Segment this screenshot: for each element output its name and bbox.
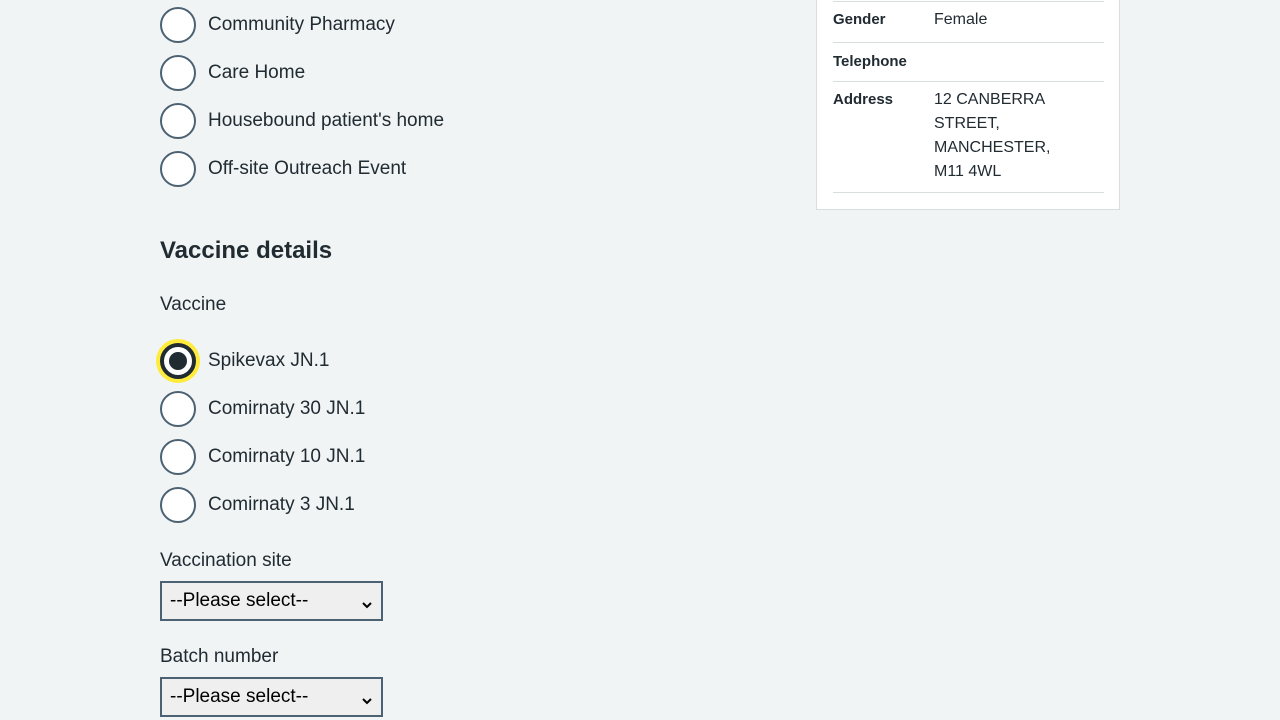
radio-button[interactable] — [160, 391, 196, 427]
radio-label: Care Home — [208, 62, 306, 83]
patient-details-panel: Gender Female Telephone Address 12 CANBE… — [816, 0, 1120, 210]
radio-button[interactable] — [160, 103, 196, 139]
radio-label: Off-site Outreach Event — [208, 158, 407, 179]
radio-label: Spikevax JN.1 — [208, 350, 330, 371]
radio-button-selected[interactable] — [160, 343, 196, 379]
radio-label: Community Pharmacy — [208, 14, 395, 35]
batch-number-label: Batch number — [160, 646, 279, 667]
vaccine-label: Vaccine — [160, 294, 227, 315]
page: Community Pharmacy Care Home Housebound … — [0, 0, 1280, 720]
radio-button[interactable] — [160, 439, 196, 475]
radio-label: Comirnaty 30 JN.1 — [208, 398, 366, 419]
vaccination-site-label: Vaccination site — [160, 550, 292, 571]
radio-button[interactable] — [160, 7, 196, 43]
vaccination-site-select[interactable]: --Please select-- — [160, 581, 383, 621]
address-row: Address 12 CANBERRA STREET, MANCHESTER, … — [833, 81, 1104, 193]
radio-community-pharmacy[interactable]: Community Pharmacy — [160, 5, 395, 45]
radio-label: Comirnaty 10 JN.1 — [208, 446, 366, 467]
radio-button[interactable] — [160, 55, 196, 91]
radio-comirnaty-10-jn1[interactable]: Comirnaty 10 JN.1 — [160, 437, 365, 477]
telephone-row: Telephone — [833, 42, 1104, 82]
radio-button[interactable] — [160, 151, 196, 187]
select-value: --Please select-- — [170, 590, 309, 611]
gender-value: Female — [934, 11, 988, 28]
address-value: 12 CANBERRA STREET, MANCHESTER, M11 4WL — [934, 91, 1051, 180]
radio-housebound-home[interactable]: Housebound patient's home — [160, 101, 444, 141]
chevron-down-icon — [361, 595, 373, 609]
radio-label: Housebound patient's home — [208, 110, 445, 131]
radio-outreach-event[interactable]: Off-site Outreach Event — [160, 149, 406, 189]
radio-comirnaty-3-jn1[interactable]: Comirnaty 3 JN.1 — [160, 485, 355, 525]
select-value: --Please select-- — [170, 686, 309, 707]
radio-care-home[interactable]: Care Home — [160, 53, 305, 93]
radio-comirnaty-30-jn1[interactable]: Comirnaty 30 JN.1 — [160, 389, 365, 429]
gender-key: Gender — [833, 11, 886, 28]
address-key: Address — [833, 91, 894, 108]
panel-divider — [833, 192, 1104, 193]
radio-button[interactable] — [160, 487, 196, 523]
chevron-down-icon — [361, 691, 373, 705]
radio-label: Comirnaty 3 JN.1 — [208, 494, 355, 515]
gender-row: Gender Female — [833, 1, 1104, 43]
telephone-key: Telephone — [833, 53, 907, 70]
vaccine-details-heading: Vaccine details — [160, 237, 333, 264]
radio-spikevax-jn1[interactable]: Spikevax JN.1 — [160, 341, 329, 381]
batch-number-select[interactable]: --Please select-- — [160, 677, 383, 717]
